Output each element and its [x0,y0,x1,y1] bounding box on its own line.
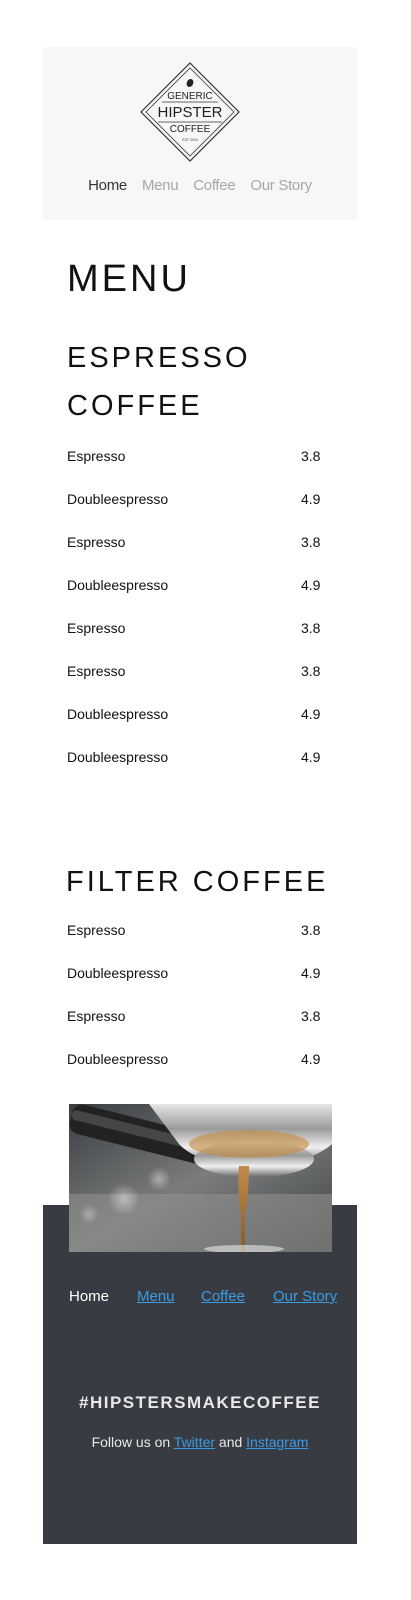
item-name: Espresso [67,663,126,679]
item-name: Doubleespresso [67,706,169,722]
main-nav: Home Menu Coffee Our Story [43,177,357,194]
filter-section-title: FILTER COFFEE [66,866,329,898]
item-price: 3.8 [301,922,321,938]
item-name: Espresso [67,1008,126,1024]
espresso-section-title: ESPRESSO COFFEE [67,334,251,430]
menu-item: Espresso 3.8 [67,663,321,706]
footer-hashtag: #HIPSTERSMAKECOFFEE [79,1393,321,1412]
footer-nav-coffee[interactable]: Coffee [201,1288,245,1305]
item-price: 4.9 [301,577,321,593]
menu-title: MENU [67,258,191,300]
logo-main-text: HIPSTER [157,104,222,121]
section-title-line1: ESPRESSO [67,342,251,374]
item-name: Espresso [67,922,126,938]
espresso-photo [69,1104,332,1252]
espresso-items: Espresso 3.8 Doubleespresso 4.9 Espresso 3.… [67,448,321,792]
menu-item: Doubleespresso 4.9 [67,577,321,620]
menu-item: Espresso 3.8 [67,534,321,577]
item-name: Doubleespresso [67,577,169,593]
follow-prefix: Follow us on [91,1434,174,1450]
nav-home[interactable]: Home [88,177,127,194]
logo-bottom-text: COFFEE [170,124,211,135]
item-name: Doubleespresso [67,965,169,981]
footer-follow: Follow us on Twitter and Instagram [43,1434,357,1450]
item-name: Doubleespresso [67,1051,169,1067]
menu-item: Doubleespresso 4.9 [67,965,321,1008]
item-price: 3.8 [301,1008,321,1024]
menu-item: Doubleespresso 4.9 [67,1051,321,1094]
item-price: 4.9 [301,749,321,765]
menu-item: Espresso 3.8 [67,448,321,491]
menu-item: Espresso 3.8 [67,620,321,663]
site-footer: Home Menu Coffee Our Story #HIPSTERSMAKE… [43,1205,357,1544]
menu-item: Doubleespresso 4.9 [67,706,321,749]
item-name: Espresso [67,448,126,464]
item-price: 3.8 [301,620,321,636]
item-price: 4.9 [301,706,321,722]
footer-nav-home[interactable]: Home [69,1288,109,1305]
logo-top-text: GENERIC [167,91,213,102]
item-price: 4.9 [301,965,321,981]
nav-menu[interactable]: Menu [142,177,179,194]
instagram-link[interactable]: Instagram [246,1434,308,1450]
twitter-link[interactable]: Twitter [174,1434,215,1450]
item-name: Doubleespresso [67,491,169,507]
item-price: 3.8 [301,534,321,550]
item-name: Espresso [67,620,126,636]
footer-nav-menu[interactable]: Menu [137,1288,175,1305]
item-name: Espresso [67,534,126,550]
follow-and: and [215,1434,247,1450]
footer-nav-our-story[interactable]: Our Story [273,1288,337,1305]
nav-our-story[interactable]: Our Story [250,177,312,194]
site-header: GENERIC HIPSTER COFFEE EST 2016 Home Men… [43,47,357,220]
item-price: 3.8 [301,663,321,679]
menu-item: Doubleespresso 4.9 [67,749,321,792]
logo-diamond: GENERIC HIPSTER COFFEE EST 2016 [140,62,240,162]
item-name: Doubleespresso [67,749,169,765]
section-title-line2: COFFEE [67,390,203,422]
menu-item: Doubleespresso 4.9 [67,491,321,534]
menu-item: Espresso 3.8 [67,922,321,965]
coffee-bean-icon [186,78,194,88]
item-price: 3.8 [301,448,321,464]
filter-items: Espresso 3.8 Doubleespresso 4.9 Espresso 3.… [67,922,321,1094]
logo-est-text: EST 2016 [182,138,198,142]
espresso-machine-image [69,1104,332,1252]
item-price: 4.9 [301,491,321,507]
menu-item: Espresso 3.8 [67,1008,321,1051]
nav-coffee[interactable]: Coffee [193,177,235,194]
site-logo[interactable]: GENERIC HIPSTER COFFEE EST 2016 [140,62,240,162]
item-price: 4.9 [301,1051,321,1067]
